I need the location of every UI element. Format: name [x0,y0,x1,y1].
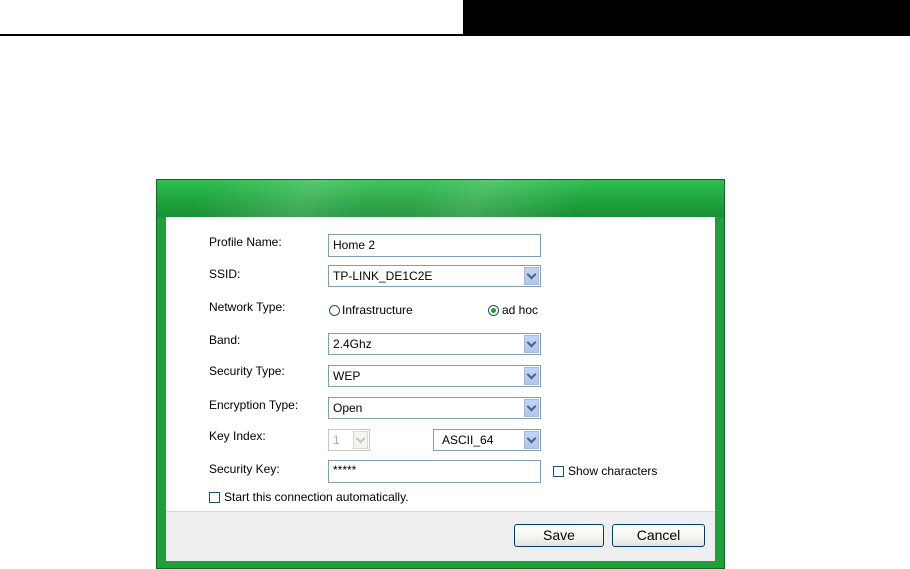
cancel-button[interactable]: Cancel [612,524,705,547]
save-button[interactable]: Save [514,524,604,547]
dialog-title-bar [157,180,724,217]
key-index-label: Key Index: [209,429,266,443]
key-index-dropdown-button[interactable] [353,431,368,449]
network-type-label: Network Type: [209,300,286,314]
security-key-label: Security Key: [209,462,280,476]
radio-infrastructure[interactable] [329,305,340,316]
ssid-dropdown-button[interactable] [524,267,539,285]
key-format-value: ASCII_64 [442,433,494,447]
dialog-footer: Save Cancel [166,511,715,561]
show-characters-checkbox[interactable] [553,466,564,477]
security-type-dropdown[interactable]: WEP [328,365,541,387]
profile-form: Profile Name: Home 2 SSID: TP-LINK_DE1C2… [166,217,715,511]
key-format-dropdown-button[interactable] [524,431,539,449]
header-bar-left [0,0,463,36]
auto-connect-label: Start this connection automatically. [224,490,409,504]
chevron-down-icon [526,401,537,412]
chevron-down-icon [526,369,537,380]
radio-ad-hoc-label: ad hoc [502,303,539,317]
chevron-down-icon [526,337,537,348]
chevron-down-icon [526,269,537,280]
security-type-value: WEP [333,369,361,383]
encryption-type-dropdown-button[interactable] [524,399,539,417]
key-index-value: 1 [333,433,340,447]
auto-connect-checkbox[interactable] [209,492,220,503]
ssid-label: SSID: [209,267,241,281]
profile-dialog: Profile Name: Home 2 SSID: TP-LINK_DE1C2… [156,179,725,569]
security-key-value: ***** [333,463,357,477]
chevron-down-icon [355,433,366,444]
band-value: 2.4Ghz [333,337,372,351]
key-index-dropdown[interactable]: 1 [328,429,370,451]
profile-name-input[interactable]: Home 2 [328,234,541,257]
security-key-input[interactable]: ***** [328,460,541,483]
ssid-value: TP-LINK_DE1C2E [333,269,433,283]
radio-ad-hoc[interactable] [488,305,499,316]
key-format-dropdown[interactable]: ASCII_64 [433,429,541,451]
ssid-dropdown[interactable]: TP-LINK_DE1C2E [328,265,541,287]
header-bar-right [463,0,910,36]
encryption-type-label: Encryption Type: [209,398,299,412]
profile-name-value: Home 2 [333,238,376,252]
show-characters-label: Show characters [568,464,658,478]
radio-infrastructure-label: Infrastructure [342,303,413,317]
band-dropdown[interactable]: 2.4Ghz [328,333,541,355]
encryption-type-dropdown[interactable]: Open [328,397,541,419]
title-bar-sheen [356,180,598,217]
security-type-label: Security Type: [209,364,285,378]
chevron-down-icon [526,433,537,444]
security-type-dropdown-button[interactable] [524,367,539,385]
radio-selected-dot [491,308,496,313]
profile-name-label: Profile Name: [209,235,282,249]
band-label: Band: [209,333,241,347]
band-dropdown-button[interactable] [524,335,539,353]
encryption-type-value: Open [333,401,363,415]
